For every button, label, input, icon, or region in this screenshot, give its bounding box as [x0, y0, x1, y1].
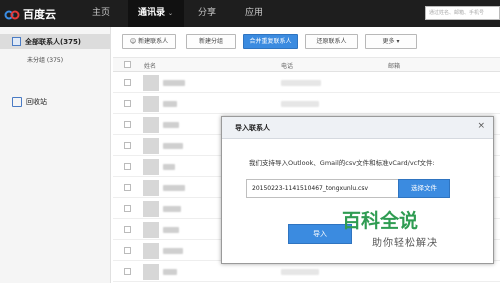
nav-apps-label: 应用 [245, 8, 264, 18]
nav-contacts-label: 通讯录 [138, 8, 166, 18]
sidebar-item-all-contacts[interactable]: 全部联系人(375) [0, 34, 110, 49]
contacts-icon [12, 37, 21, 46]
add-user-icon: ☺ [129, 38, 139, 45]
watermark: 百科全说 助你轻松解决 [342, 206, 487, 256]
avatar [143, 264, 159, 280]
contact-name-blurred [163, 101, 177, 107]
sidebar: 全部联系人(375) 未分组 (375) 回收站 [0, 27, 111, 283]
avatar [143, 201, 159, 217]
avatar [143, 180, 159, 196]
contact-phone-blurred [281, 269, 319, 275]
contact-name-blurred [163, 143, 183, 149]
column-header-phone: 电话 [281, 63, 294, 70]
row-checkbox[interactable] [124, 163, 131, 170]
nav-home-label: 主页 [92, 8, 111, 18]
sidebar-item-recycle-bin[interactable]: 回收站 [12, 96, 47, 108]
table-row[interactable] [113, 94, 500, 114]
choose-file-button[interactable]: 选择文件 [398, 179, 450, 198]
contact-name-blurred [163, 80, 185, 86]
more-dropdown[interactable]: 更多 ▾ [365, 34, 417, 49]
brand-logo[interactable]: 百度云 [4, 5, 56, 22]
contact-name-blurred [163, 122, 179, 128]
contact-name-blurred [163, 269, 177, 275]
avatar [143, 117, 159, 133]
more-label: 更多 [382, 38, 395, 45]
row-checkbox[interactable] [124, 121, 131, 128]
row-checkbox[interactable] [124, 226, 131, 233]
merge-duplicates-button[interactable]: 合并重复联系人 [243, 34, 298, 49]
recycle-bin-icon [12, 97, 22, 107]
nav-share[interactable]: 分享 [198, 0, 222, 27]
nav-share-label: 分享 [198, 8, 217, 18]
avatar [143, 243, 159, 259]
dialog-header: 导入联系人 × [222, 117, 493, 139]
file-name-field[interactable]: 20150223-1141510467_tongxunlu.csv [246, 179, 401, 198]
row-checkbox[interactable] [124, 142, 131, 149]
row-checkbox[interactable] [124, 268, 131, 275]
contact-name-blurred [163, 164, 175, 170]
nav-home[interactable]: 主页 [92, 0, 116, 27]
table-row[interactable] [113, 73, 500, 93]
row-checkbox[interactable] [124, 205, 131, 212]
contact-name-blurred [163, 185, 185, 191]
dialog-message: 我们支持导入Outlook、Gmail的csv文件和标准vCard/vcf文件: [249, 159, 435, 167]
watermark-subtitle: 助你轻松解决 [372, 238, 438, 249]
restore-contacts-button[interactable]: 还原联系人 [305, 34, 358, 49]
contact-name-blurred [163, 206, 181, 212]
sidebar-item-label: 回收站 [26, 98, 47, 106]
avatar [143, 96, 159, 112]
avatar [143, 222, 159, 238]
close-icon[interactable]: × [477, 121, 485, 131]
top-navigation-bar: 百度云 主页 通讯录 ⌄ 分享 应用 通过姓名、邮箱、手机号 [0, 0, 500, 27]
select-all-checkbox[interactable] [124, 61, 131, 68]
row-checkbox[interactable] [124, 100, 131, 107]
chevron-down-icon: ⌄ [168, 10, 174, 17]
column-header-name: 姓名 [144, 63, 157, 70]
avatar [143, 138, 159, 154]
column-header-email: 邮箱 [388, 63, 401, 70]
nav-apps[interactable]: 应用 [245, 0, 269, 27]
brand-name: 百度云 [23, 7, 56, 21]
cloud-logo-icon [4, 7, 20, 21]
avatar [143, 75, 159, 91]
new-contact-label: 新建联系人 [138, 38, 169, 45]
contact-name-blurred [163, 227, 179, 233]
new-contact-button[interactable]: ☺ 新建联系人 [122, 34, 176, 49]
table-row[interactable] [113, 262, 500, 282]
row-checkbox[interactable] [124, 184, 131, 191]
contact-phone-blurred [281, 80, 321, 86]
sidebar-item-ungrouped[interactable]: 未分组 (375) [27, 55, 63, 64]
table-header: 姓名 电话 邮箱 [113, 57, 500, 72]
row-checkbox[interactable] [124, 247, 131, 254]
contact-name-blurred [163, 248, 183, 254]
caret-down-icon: ▾ [396, 38, 400, 45]
row-checkbox[interactable] [124, 79, 131, 86]
new-group-button[interactable]: 新建分组 [186, 34, 236, 49]
contact-phone-blurred [281, 101, 319, 107]
search-input[interactable]: 通过姓名、邮箱、手机号 [425, 6, 500, 20]
avatar [143, 159, 159, 175]
nav-contacts[interactable]: 通讯录 ⌄ [128, 0, 184, 27]
sidebar-item-label: 全部联系人(375) [25, 38, 82, 46]
dialog-title: 导入联系人 [235, 124, 270, 132]
watermark-title: 百科全说 [342, 210, 419, 232]
